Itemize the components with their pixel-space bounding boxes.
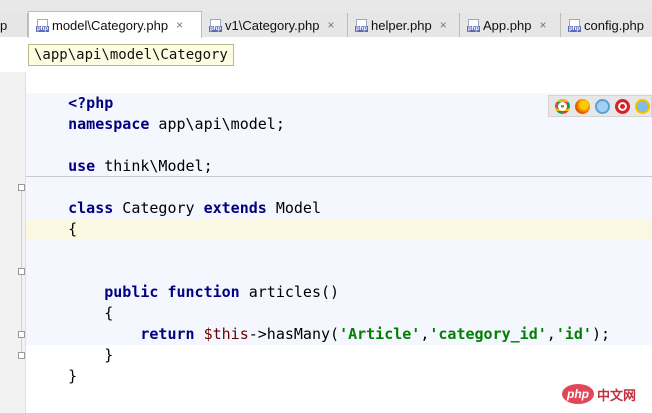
php-file-icon: php: [568, 18, 581, 32]
ie-icon[interactable]: [635, 98, 650, 114]
tab-label: App.php: [483, 17, 532, 33]
tab-model-category[interactable]: php model\Category.php ×: [28, 11, 202, 38]
tab-v1-category[interactable]: php v1\Category.php ×: [202, 13, 348, 37]
browser-preview-toolbar: [548, 95, 652, 117]
code-line-12: return $this->hasMany('Article','categor…: [140, 325, 610, 343]
php-file-icon: php: [36, 18, 49, 32]
php-file-icon: php: [355, 18, 368, 32]
chrome-icon[interactable]: [555, 98, 570, 114]
php-cn-watermark: php 中文网: [562, 382, 648, 406]
namespace-tooltip: \app\api\model\Category: [28, 44, 234, 66]
code-line-2: namespace app\api\model;: [68, 115, 285, 133]
close-icon[interactable]: ×: [176, 18, 183, 32]
tab-label: v1\Category.php: [225, 17, 320, 33]
fold-marker-method[interactable]: [18, 268, 25, 275]
php-file-icon: php: [467, 18, 480, 32]
code-line-7: {: [68, 220, 78, 238]
tab-label: model\Category.php: [52, 17, 169, 33]
close-icon[interactable]: ×: [440, 18, 447, 32]
tab-label: helper.php: [371, 17, 432, 33]
code-line-11: {: [68, 304, 114, 322]
caret-row-highlight: [26, 219, 652, 240]
close-icon[interactable]: ×: [539, 18, 546, 32]
tab-helper[interactable]: php helper.php ×: [348, 13, 460, 37]
code-line-6: class Category extends Model: [68, 199, 321, 217]
tab-label: p: [0, 17, 8, 33]
code-editor[interactable]: <?php namespace app\api\model; use think…: [26, 72, 652, 413]
fold-marker-class[interactable]: [18, 184, 25, 191]
firefox-icon[interactable]: [575, 98, 590, 114]
tab-partial[interactable]: p: [0, 13, 28, 37]
code-line-13: }: [68, 346, 114, 364]
php-file-icon: php: [209, 18, 222, 32]
code-line-4: use think\Model;: [68, 157, 213, 175]
watermark-logo: php: [562, 384, 594, 404]
code-line-14: }: [68, 367, 78, 385]
fold-marker-class-end[interactable]: [18, 352, 25, 359]
tab-config[interactable]: php config.php: [561, 13, 652, 37]
tab-label: config.php: [584, 17, 644, 33]
close-icon[interactable]: ×: [327, 18, 334, 32]
opera-icon[interactable]: [615, 98, 630, 114]
editor-tab-bar: p php model\Category.php × php v1\Catego…: [0, 0, 652, 38]
fold-marker-method-end[interactable]: [18, 331, 25, 338]
path-bar: \app\api\model\Category: [0, 38, 652, 72]
watermark-text: 中文网: [597, 388, 637, 404]
safari-icon[interactable]: [595, 98, 610, 114]
tab-app[interactable]: php App.php ×: [460, 13, 561, 37]
code-line-1: <?php: [68, 94, 114, 112]
code-line-10: public function articles(): [104, 283, 340, 301]
